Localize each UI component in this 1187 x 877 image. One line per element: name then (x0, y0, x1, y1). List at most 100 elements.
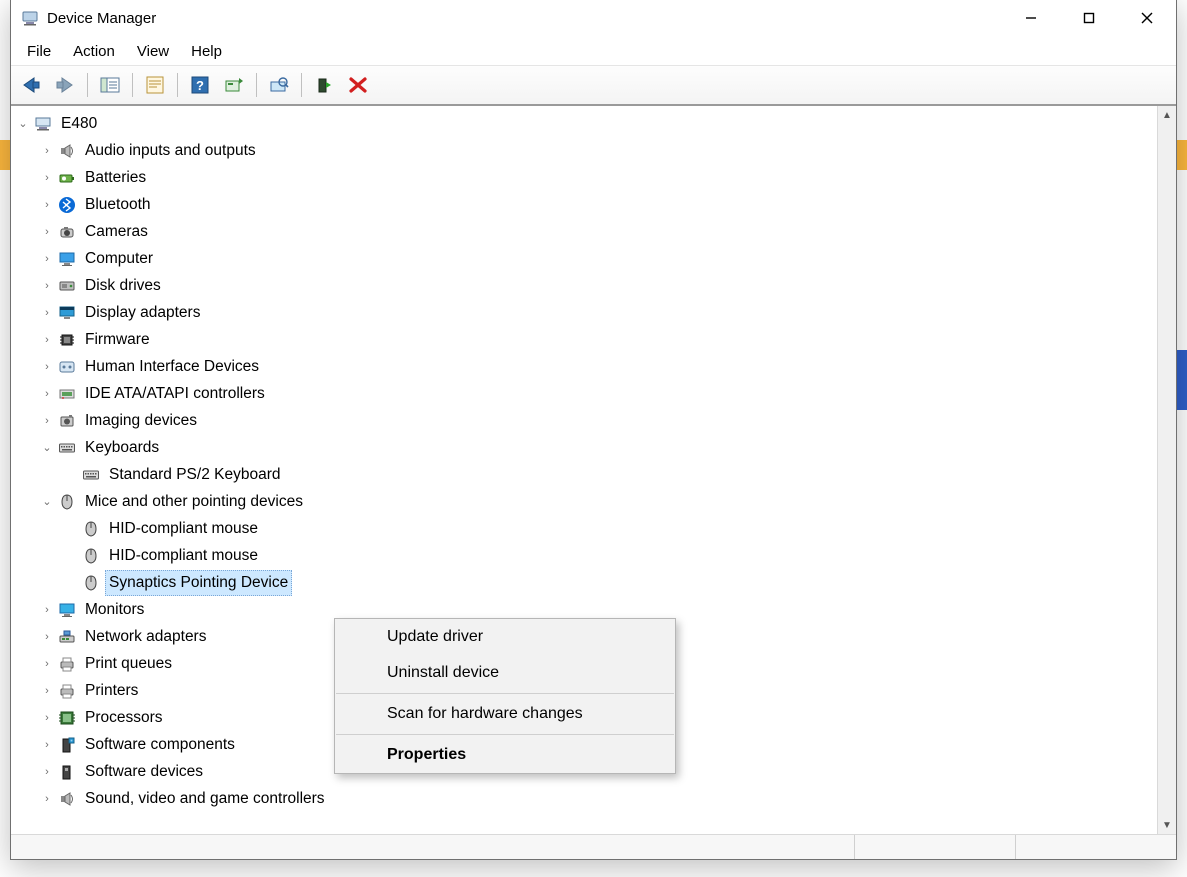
minimize-button[interactable] (1002, 0, 1060, 37)
chevron-right-icon[interactable]: › (39, 194, 55, 216)
tree-item-label: Mice and other pointing devices (81, 489, 307, 515)
menu-view[interactable]: View (127, 41, 179, 62)
chevron-down-icon[interactable]: ⌄ (15, 113, 31, 135)
chevron-right-icon[interactable]: › (39, 167, 55, 189)
toolbar-disable-device-button[interactable] (342, 71, 374, 99)
chevron-down-icon[interactable]: ⌄ (39, 437, 55, 459)
tree-item[interactable]: ⌄ Keyboards (15, 434, 1157, 461)
bluetooth-icon (57, 195, 77, 215)
monitor2-icon (57, 600, 77, 620)
chevron-right-icon[interactable]: › (39, 140, 55, 162)
context-menu-scan[interactable]: Scan for hardware changes (335, 696, 675, 732)
menu-file[interactable]: File (17, 41, 61, 62)
context-menu-properties[interactable]: Properties (335, 737, 675, 773)
tree-item-label: Cameras (81, 219, 152, 245)
toolbar-separator (177, 73, 178, 97)
tree-item[interactable]: HID-compliant mouse (15, 542, 1157, 569)
mouse-icon (81, 519, 101, 539)
network-icon (57, 627, 77, 647)
tree-item[interactable]: › Firmware (15, 326, 1157, 353)
menu-help[interactable]: Help (181, 41, 232, 62)
tree-item-label: Network adapters (81, 624, 210, 650)
tree-item[interactable]: ›Disk drives (15, 272, 1157, 299)
toolbar-help-button[interactable]: ? (184, 71, 216, 99)
chevron-right-icon[interactable]: › (39, 356, 55, 378)
speaker-icon (57, 789, 77, 809)
toolbar-console-tree-button[interactable] (94, 71, 126, 99)
statusbar-pane (1015, 835, 1176, 859)
scroll-down-arrow-icon[interactable]: ▼ (1158, 816, 1176, 834)
toolbar-update-driver-button[interactable] (218, 71, 250, 99)
tree-item-label: Imaging devices (81, 408, 201, 434)
chevron-right-icon[interactable]: › (39, 761, 55, 783)
ide-icon (57, 384, 77, 404)
tree-item-label: Firmware (81, 327, 154, 353)
tree-item-label: Sound, video and game controllers (81, 786, 329, 812)
toolbar-separator (87, 73, 88, 97)
chevron-right-icon[interactable]: › (39, 329, 55, 351)
tree-item[interactable]: ›Audio inputs and outputs (15, 137, 1157, 164)
chevron-right-icon[interactable]: › (39, 626, 55, 648)
tree-item[interactable]: › Bluetooth (15, 191, 1157, 218)
chevron-right-icon[interactable]: › (39, 221, 55, 243)
tree-item-label: Synaptics Pointing Device (105, 570, 292, 596)
titlebar: Device Manager (11, 0, 1176, 37)
tree-item[interactable]: ›Batteries (15, 164, 1157, 191)
tree-item-label: Bluetooth (81, 192, 155, 218)
chevron-right-icon[interactable]: › (39, 383, 55, 405)
chevron-right-icon[interactable]: › (39, 734, 55, 756)
toolbar-properties-button[interactable] (139, 71, 171, 99)
imaging-icon (57, 411, 77, 431)
context-menu-separator (336, 734, 674, 735)
chevron-right-icon[interactable]: › (39, 410, 55, 432)
chevron-right-icon[interactable]: › (39, 680, 55, 702)
tree-item[interactable]: ⌄ E480 (15, 110, 1157, 137)
toolbar: ? (11, 66, 1176, 106)
tree-item-label: Software devices (81, 759, 207, 785)
tree-item[interactable]: ⌄ Mice and other pointing devices (15, 488, 1157, 515)
speaker-icon (57, 141, 77, 161)
keyboard-icon (81, 465, 101, 485)
tree-item-label: Monitors (81, 597, 148, 623)
menu-action[interactable]: Action (63, 41, 125, 62)
toolbar-scan-button[interactable] (263, 71, 295, 99)
device-manager-icon (21, 9, 39, 27)
tree-item[interactable]: ›Human Interface Devices (15, 353, 1157, 380)
tree-item[interactable]: › Cameras (15, 218, 1157, 245)
tree-item[interactable]: ›Display adapters (15, 299, 1157, 326)
toolbar-enable-device-button[interactable] (308, 71, 340, 99)
maximize-button[interactable] (1060, 0, 1118, 37)
toolbar-separator (256, 73, 257, 97)
tree-item-label: HID-compliant mouse (105, 516, 262, 542)
tree-item-label: Keyboards (81, 435, 163, 461)
chevron-right-icon[interactable]: › (39, 707, 55, 729)
hid-icon (57, 357, 77, 377)
tree-item-label: E480 (57, 111, 101, 137)
chevron-right-icon[interactable]: › (39, 599, 55, 621)
context-menu-update-driver[interactable]: Update driver (335, 619, 675, 655)
softcomp-icon: + (57, 735, 77, 755)
tree-item-label: HID-compliant mouse (105, 543, 262, 569)
vertical-scrollbar[interactable]: ▲ ▼ (1157, 106, 1176, 834)
chevron-right-icon[interactable]: › (39, 248, 55, 270)
scroll-up-arrow-icon[interactable]: ▲ (1158, 106, 1176, 124)
tree-item[interactable]: Standard PS/2 Keyboard (15, 461, 1157, 488)
tree-item[interactable]: HID-compliant mouse (15, 515, 1157, 542)
menubar: File Action View Help (11, 37, 1176, 66)
chevron-right-icon[interactable]: › (39, 302, 55, 324)
tree-item[interactable]: ›IDE ATA/ATAPI controllers (15, 380, 1157, 407)
toolbar-forward-button[interactable] (49, 71, 81, 99)
chevron-right-icon[interactable]: › (39, 275, 55, 297)
printer-icon (57, 654, 77, 674)
tree-item[interactable]: Synaptics Pointing Device (15, 569, 1157, 596)
tree-item[interactable]: › Sound, video and game controllers (15, 785, 1157, 812)
chevron-down-icon[interactable]: ⌄ (39, 491, 55, 513)
tree-item[interactable]: › Imaging devices (15, 407, 1157, 434)
chevron-right-icon[interactable]: › (39, 788, 55, 810)
close-button[interactable] (1118, 0, 1176, 37)
statusbar-pane (854, 835, 1015, 859)
context-menu-uninstall-device[interactable]: Uninstall device (335, 655, 675, 691)
tree-item[interactable]: ›Computer (15, 245, 1157, 272)
chevron-right-icon[interactable]: › (39, 653, 55, 675)
toolbar-back-button[interactable] (15, 71, 47, 99)
